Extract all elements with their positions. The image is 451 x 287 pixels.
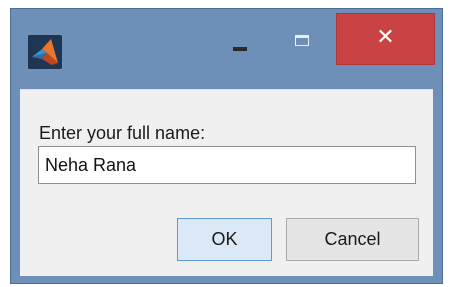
title-bar[interactable]: ✕: [11, 9, 442, 87]
maximize-button[interactable]: [287, 30, 321, 60]
ok-button[interactable]: OK: [177, 218, 272, 261]
close-icon: ✕: [376, 25, 395, 50]
close-button[interactable]: ✕: [336, 13, 435, 65]
matlab-logo-icon: [28, 35, 62, 69]
cancel-button[interactable]: Cancel: [286, 218, 419, 261]
dialog-body: Enter your full name: OK Cancel: [20, 89, 433, 276]
prompt-label: Enter your full name:: [39, 123, 206, 143]
input-dialog-window: ✕ Enter your full name: OK Cancel: [10, 8, 443, 284]
minimize-button[interactable]: [223, 30, 257, 64]
full-name-input[interactable]: [38, 146, 416, 184]
